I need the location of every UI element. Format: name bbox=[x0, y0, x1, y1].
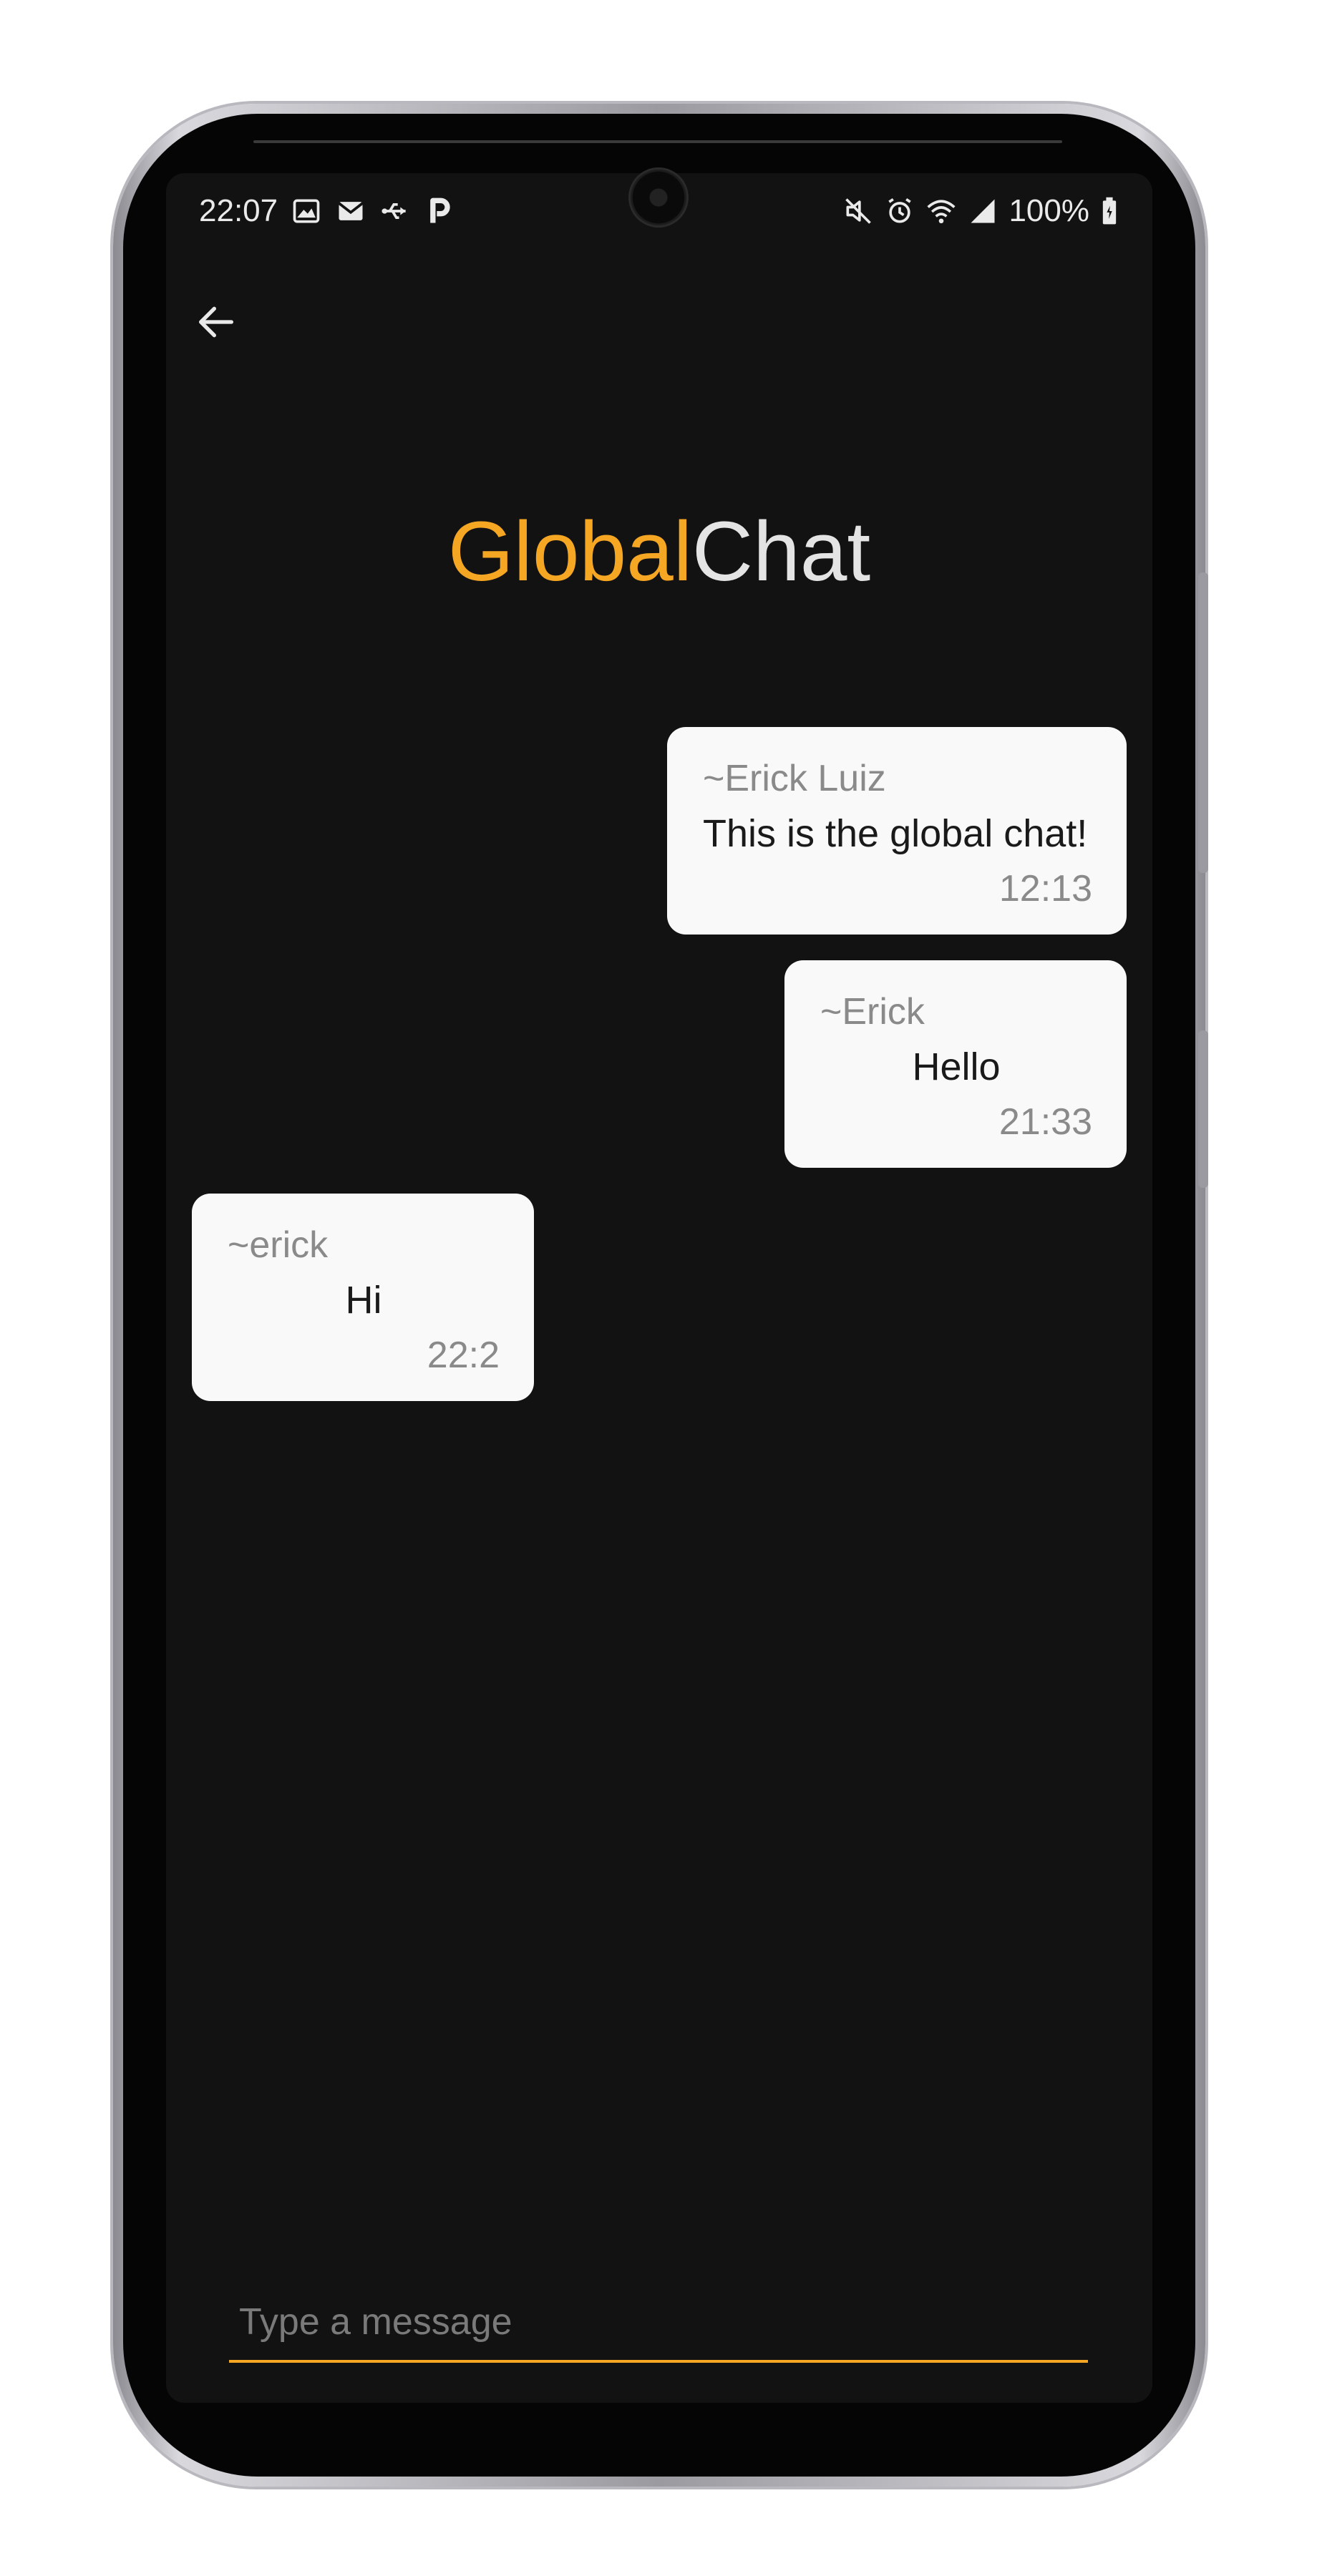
message-bubble: ~Erick Hello 21:33 bbox=[784, 960, 1127, 1168]
wifi-icon bbox=[925, 195, 957, 227]
volume-button bbox=[1198, 1030, 1208, 1188]
battery-percent: 100% bbox=[1009, 193, 1089, 228]
message-time: 21:33 bbox=[998, 1101, 1092, 1143]
mute-icon bbox=[842, 195, 874, 227]
message-input[interactable] bbox=[229, 2284, 1088, 2363]
image-icon bbox=[291, 195, 322, 227]
message-sender: ~Erick Luiz bbox=[703, 758, 886, 799]
gmail-icon bbox=[335, 195, 366, 227]
message-sender: ~Erick bbox=[820, 991, 925, 1033]
message-text: This is the global chat! bbox=[703, 812, 1088, 855]
alarm-icon bbox=[884, 195, 915, 227]
usb-icon bbox=[379, 195, 411, 227]
p-app-icon bbox=[424, 195, 455, 227]
power-button bbox=[1198, 572, 1208, 873]
message-text: Hello bbox=[912, 1045, 1001, 1088]
message-bubble: ~erick Hi 22:2 bbox=[192, 1194, 534, 1401]
message-time: 22:2 bbox=[427, 1335, 500, 1376]
page-title: GlobalChat bbox=[166, 509, 1152, 594]
status-right: 100% bbox=[842, 193, 1119, 229]
title-chat: Chat bbox=[691, 504, 871, 599]
front-camera bbox=[628, 167, 689, 228]
battery-icon bbox=[1099, 195, 1119, 227]
message-sender: ~erick bbox=[228, 1224, 329, 1266]
status-time: 22:07 bbox=[199, 193, 278, 228]
message-bubble: ~Erick Luiz This is the global chat! 12:… bbox=[667, 727, 1127, 935]
signal-icon bbox=[967, 195, 998, 227]
title-global: Global bbox=[447, 504, 692, 599]
message-text: Hi bbox=[345, 1279, 382, 1322]
status-left: 22:07 bbox=[199, 193, 455, 229]
arrow-left-icon bbox=[193, 299, 239, 348]
message-time: 12:13 bbox=[998, 868, 1092, 909]
message-composer bbox=[229, 2284, 1088, 2370]
back-button[interactable] bbox=[180, 288, 252, 359]
app-screen: 22:07 100% GlobalChat ~Erick Luiz This i… bbox=[166, 173, 1152, 2403]
speaker-grille bbox=[253, 140, 1062, 143]
